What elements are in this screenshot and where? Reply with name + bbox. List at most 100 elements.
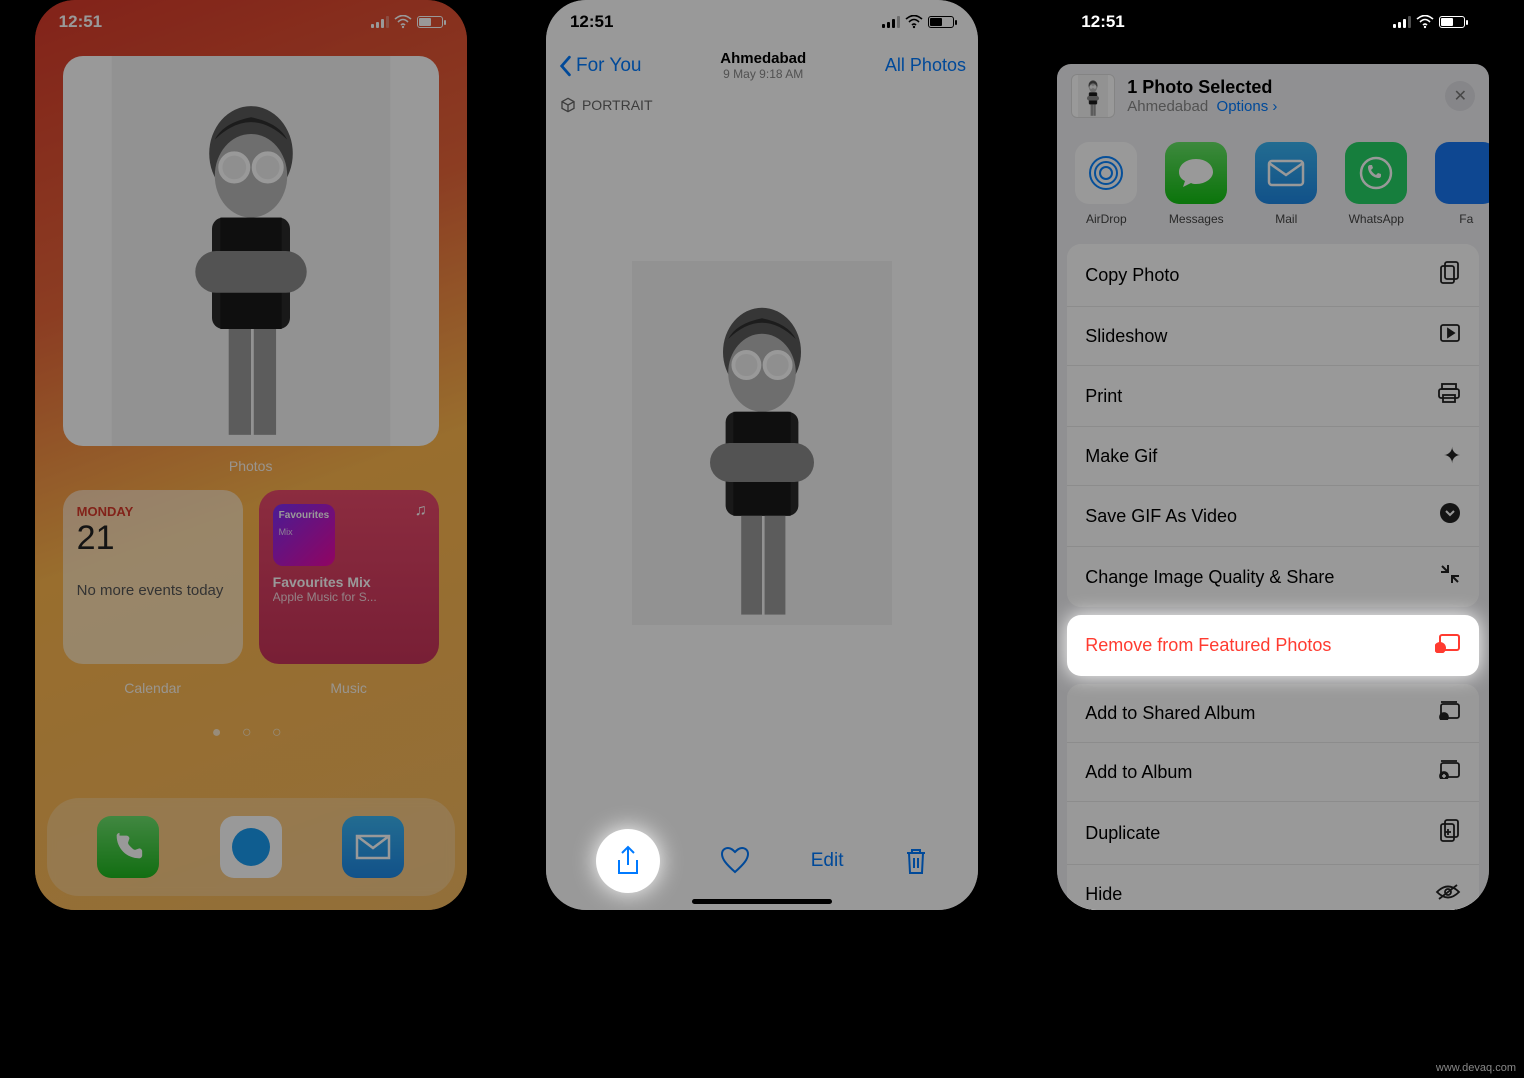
share-apps-row[interactable]: AirDrop Messages Mail WhatsApp — [1057, 128, 1489, 240]
copy-icon — [1439, 260, 1461, 290]
facebook-app-partial[interactable]: Fa — [1431, 142, 1489, 226]
whatsapp-label: WhatsApp — [1341, 212, 1411, 226]
delete-button[interactable] — [904, 847, 928, 875]
wifi-icon — [1416, 15, 1434, 29]
messages-app[interactable]: Messages — [1161, 142, 1231, 226]
signal-icon — [1393, 16, 1411, 28]
duplicate-icon — [1439, 818, 1461, 848]
page-indicator[interactable]: ● ○ ○ — [35, 724, 467, 742]
sparkle-icon: ✦ — [1443, 443, 1461, 469]
album-plus-icon — [1437, 759, 1461, 785]
calendar-widget[interactable]: MONDAY 21 No more events today — [63, 490, 243, 664]
status-time: 12:51 — [59, 12, 102, 32]
slideshow-row[interactable]: Slideshow — [1067, 307, 1479, 366]
mail-label: Mail — [1251, 212, 1321, 226]
remove-featured-row[interactable]: Remove from Featured Photos — [1067, 615, 1479, 676]
add-album-row[interactable]: Add to Album — [1067, 743, 1479, 802]
remove-featured-label: Remove from Featured Photos — [1085, 635, 1331, 656]
dock — [47, 798, 455, 896]
copy-photo-label: Copy Photo — [1085, 265, 1179, 286]
music-label: Music — [259, 680, 439, 696]
watermark: www.devaq.com — [1436, 1062, 1516, 1074]
airdrop-icon — [1075, 142, 1137, 204]
add-shared-album-row[interactable]: Add to Shared Album — [1067, 684, 1479, 743]
save-gif-row[interactable]: Save GIF As Video — [1067, 486, 1479, 547]
sheet-location: Ahmedabad — [1127, 98, 1208, 115]
change-quality-row[interactable]: Change Image Quality & Share — [1067, 547, 1479, 607]
options-button[interactable]: Options › — [1217, 98, 1278, 115]
add-album-label: Add to Album — [1085, 762, 1192, 783]
nav-bar: For You Ahmedabad 9 May 9:18 AM All Phot… — [546, 44, 978, 87]
airdrop-label: AirDrop — [1071, 212, 1141, 226]
mail-app-icon[interactable] — [342, 816, 404, 878]
duplicate-row[interactable]: Duplicate — [1067, 802, 1479, 865]
calendar-events: No more events today — [77, 582, 229, 599]
airdrop-app[interactable]: AirDrop — [1071, 142, 1141, 226]
hide-row[interactable]: Hide — [1067, 865, 1479, 910]
phone-home-screen: 12:51 Photos MONDAY 21 No more events to… — [35, 0, 467, 910]
album-badge-sub: Mix — [273, 527, 335, 537]
edit-button[interactable]: Edit — [811, 850, 844, 872]
remove-rectangle-icon — [1435, 633, 1461, 658]
music-widget[interactable]: ♫ Favourites Mix Favourites Mix Apple Mu… — [259, 490, 439, 664]
mail-app[interactable]: Mail — [1251, 142, 1321, 226]
wifi-icon — [394, 15, 412, 29]
action-list-1: Copy Photo Slideshow Print Make Gif ✦ Sa… — [1067, 244, 1479, 607]
calendar-day: MONDAY — [77, 504, 229, 519]
print-row[interactable]: Print — [1067, 366, 1479, 427]
home-indicator[interactable] — [692, 899, 832, 904]
add-shared-album-label: Add to Shared Album — [1085, 703, 1255, 724]
cube-icon — [560, 97, 576, 113]
back-button[interactable]: For You — [558, 55, 642, 77]
all-photos-button[interactable]: All Photos — [885, 55, 966, 76]
status-icons — [882, 15, 954, 29]
photo-toolbar: Edit — [546, 826, 978, 896]
music-subtitle: Apple Music for S... — [273, 590, 425, 604]
status-bar: 12:51 — [546, 0, 978, 44]
portrait-badge: PORTRAIT — [546, 87, 978, 123]
duplicate-label: Duplicate — [1085, 823, 1160, 844]
wifi-icon — [905, 15, 923, 29]
photos-widget[interactable] — [63, 56, 439, 446]
facebook-label: Fa — [1431, 212, 1489, 226]
signal-icon — [371, 16, 389, 28]
phone-photo-detail: 12:51 For You Ahmedabad 9 May 9:18 AM Al… — [546, 0, 978, 910]
safari-app-icon[interactable] — [220, 816, 282, 878]
favorite-button[interactable] — [720, 847, 750, 875]
compress-icon — [1439, 563, 1461, 591]
phone-share-sheet: 12:51 1 Photo Selected Ahmedabad Options… — [1057, 0, 1489, 910]
phone-app-icon[interactable] — [97, 816, 159, 878]
music-title: Favourites Mix — [273, 574, 425, 590]
mail-share-icon — [1255, 142, 1317, 204]
slideshow-label: Slideshow — [1085, 326, 1167, 347]
action-list-2: Add to Shared Album Add to Album Duplica… — [1067, 684, 1479, 910]
battery-icon — [928, 16, 954, 28]
facebook-icon — [1435, 142, 1489, 204]
sheet-title: 1 Photo Selected — [1127, 77, 1277, 98]
sheet-header: 1 Photo Selected Ahmedabad Options › ✕ — [1057, 64, 1489, 128]
status-icons — [371, 15, 443, 29]
share-sheet: 1 Photo Selected Ahmedabad Options › ✕ A… — [1057, 64, 1489, 910]
signal-icon — [882, 16, 900, 28]
shared-album-icon — [1437, 700, 1461, 726]
photo-thumbnail[interactable] — [1071, 74, 1115, 118]
change-quality-label: Change Image Quality & Share — [1085, 567, 1334, 588]
status-bar: 12:51 — [1057, 0, 1489, 44]
messages-label: Messages — [1161, 212, 1231, 226]
copy-photo-row[interactable]: Copy Photo — [1067, 244, 1479, 307]
messages-icon — [1165, 142, 1227, 204]
photo-viewer[interactable] — [546, 123, 978, 763]
status-time: 12:51 — [570, 12, 613, 32]
close-button[interactable]: ✕ — [1445, 81, 1475, 111]
photo-location: Ahmedabad — [720, 50, 806, 67]
share-button[interactable] — [596, 829, 660, 893]
make-gif-row[interactable]: Make Gif ✦ — [1067, 427, 1479, 486]
portrait-label-text: PORTRAIT — [582, 97, 653, 113]
status-icons — [1393, 15, 1465, 29]
album-badge: Favourites — [273, 504, 335, 527]
music-note-icon: ♫ — [415, 502, 427, 520]
whatsapp-icon — [1345, 142, 1407, 204]
back-label: For You — [576, 55, 642, 77]
whatsapp-app[interactable]: WhatsApp — [1341, 142, 1411, 226]
print-label: Print — [1085, 386, 1122, 407]
